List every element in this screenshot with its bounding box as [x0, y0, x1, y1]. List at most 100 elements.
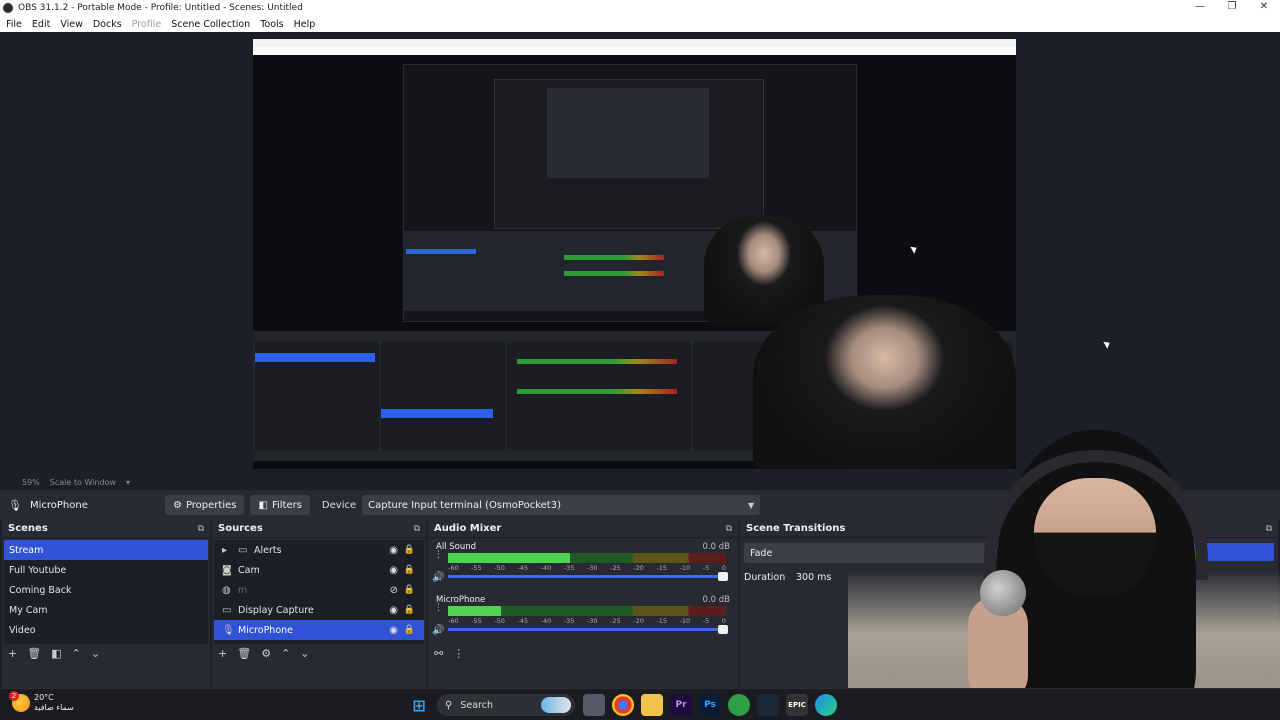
- source-item-microphone[interactable]: 🎙 MicroPhone ◉ 🔒: [214, 620, 424, 640]
- chevron-down-icon[interactable]: ⌄: [91, 647, 100, 660]
- undock-icon[interactable]: ⧉: [1266, 524, 1272, 534]
- kebab-menu-icon[interactable]: ⋮: [434, 604, 443, 613]
- speaker-icon[interactable]: 🔊: [432, 625, 444, 636]
- undock-icon[interactable]: ⧉: [198, 524, 204, 534]
- weather-text: 20°C سماء صافية: [34, 693, 74, 713]
- device-select[interactable]: Capture Input terminal (OsmoPocket3) ▼: [362, 495, 761, 515]
- source-item-display-capture[interactable]: ▭ Display Capture ◉ 🔒: [214, 600, 424, 620]
- file-explorer-icon[interactable]: [641, 694, 663, 716]
- docks-area: Scenes ⧉ Stream Full Youtube Coming Back…: [0, 520, 1280, 688]
- track-name: MicroPhone: [436, 595, 486, 605]
- epic-games-icon[interactable]: EPIC: [786, 694, 808, 716]
- speaker-icon[interactable]: 🔊: [432, 572, 444, 583]
- preview-canvas[interactable]: [253, 39, 1016, 469]
- scale-tick: -20: [633, 617, 644, 625]
- menu-tools[interactable]: Tools: [260, 19, 283, 30]
- menu-file[interactable]: File: [6, 19, 22, 30]
- eye-hidden-icon[interactable]: ⊘: [390, 585, 398, 596]
- chevron-up-icon[interactable]: ⌃: [72, 647, 81, 660]
- transition-select[interactable]: Fade: [744, 543, 1168, 563]
- scene-item-coming-back[interactable]: Coming Back: [4, 580, 208, 600]
- source-item-alerts[interactable]: ▸ ▭ Alerts ◉ 🔒: [214, 540, 424, 560]
- edge-icon[interactable]: [815, 694, 837, 716]
- zoom-percent[interactable]: 59%: [22, 478, 40, 487]
- volume-meter: [448, 553, 726, 563]
- scale-tick: -45: [517, 564, 529, 572]
- scene-item-video[interactable]: Video: [4, 620, 208, 640]
- kebab-menu-icon[interactable]: ⋮: [453, 647, 464, 660]
- title-bar: OBS 31.1.2 - Portable Mode - Profile: Un…: [0, 0, 1280, 16]
- nested-source-selection: [381, 409, 493, 418]
- chevron-down-icon[interactable]: ▾: [126, 478, 130, 487]
- task-view-icon[interactable]: [583, 694, 605, 716]
- volume-slider-handle[interactable]: [718, 625, 728, 634]
- nested-scenes-dock: [255, 341, 379, 451]
- menu-profile[interactable]: Profile: [132, 19, 162, 30]
- windows-start-icon[interactable]: ⊞: [408, 694, 430, 716]
- meter-scale: -60 -55 -50 -45 -40 -35 -30 -25 -20 -15 …: [448, 617, 726, 625]
- add-icon[interactable]: +: [8, 647, 17, 660]
- undock-icon[interactable]: ⧉: [726, 524, 732, 534]
- trash-icon[interactable]: 🗑: [237, 647, 251, 660]
- scale-tick: -10: [679, 617, 691, 625]
- scale-tick: 0: [721, 617, 726, 625]
- chevron-up-icon[interactable]: ⌃: [281, 647, 290, 660]
- eye-icon[interactable]: ◉: [389, 605, 398, 616]
- lock-icon[interactable]: 🔒: [404, 585, 415, 595]
- chevron-down-icon[interactable]: ⌄: [300, 647, 309, 660]
- filters-button[interactable]: ◧ Filters: [250, 495, 310, 515]
- browser-icon: ◍: [222, 584, 231, 596]
- xbox-icon[interactable]: [728, 694, 750, 716]
- properties-button[interactable]: ⚙ Properties: [164, 495, 245, 515]
- eye-icon[interactable]: ◉: [389, 625, 398, 636]
- nested-mixer-dock: [507, 341, 691, 451]
- link-settings-icon[interactable]: ⚯: [434, 647, 443, 660]
- source-item-m[interactable]: ◍ m ⊘ 🔒: [214, 580, 424, 600]
- scene-item-full-youtube[interactable]: Full Youtube: [4, 560, 208, 580]
- scale-tick: -30: [586, 617, 598, 625]
- filter-icon[interactable]: ◧: [51, 647, 61, 660]
- close-button[interactable]: ✕: [1248, 0, 1280, 16]
- scale-tick: -60: [448, 617, 459, 625]
- expand-arrow-icon[interactable]: ▸: [222, 545, 238, 556]
- nested-obs-titlebar: [253, 39, 1016, 47]
- menu-scene-collection[interactable]: Scene Collection: [171, 19, 250, 30]
- scene-item-stream[interactable]: Stream: [4, 540, 208, 560]
- menu-edit[interactable]: Edit: [32, 19, 50, 30]
- source-item-cam[interactable]: ◙ Cam ◉ 🔒: [214, 560, 424, 580]
- window-controls: — ❐ ✕: [1184, 0, 1280, 16]
- trash-icon[interactable]: 🗑: [27, 647, 41, 660]
- volume-slider[interactable]: [448, 625, 728, 634]
- eye-icon[interactable]: ◉: [389, 545, 398, 556]
- lock-icon[interactable]: 🔒: [404, 565, 415, 575]
- gear-icon[interactable]: ⚙: [261, 647, 271, 660]
- duration-row: Duration 300 ms: [744, 567, 1274, 587]
- premiere-icon[interactable]: Pr: [670, 694, 692, 716]
- add-icon[interactable]: +: [218, 647, 227, 660]
- sources-title: Sources: [218, 523, 263, 534]
- zoom-mode[interactable]: Scale to Window: [50, 478, 116, 487]
- scene-item-my-cam[interactable]: My Cam: [4, 600, 208, 620]
- lock-icon[interactable]: 🔒: [404, 605, 415, 615]
- lock-icon[interactable]: 🔒: [404, 625, 415, 635]
- photoshop-icon[interactable]: Ps: [699, 694, 721, 716]
- menu-help[interactable]: Help: [294, 19, 316, 30]
- minimize-button[interactable]: —: [1184, 0, 1216, 16]
- transition-highlight[interactable]: [1178, 543, 1274, 561]
- device-label: Device: [321, 499, 357, 511]
- maximize-button[interactable]: ❐: [1216, 0, 1248, 16]
- undock-icon[interactable]: ⧉: [414, 524, 420, 534]
- lock-icon[interactable]: 🔒: [404, 545, 415, 555]
- steam-icon[interactable]: [757, 694, 779, 716]
- transition-select-row: Fade: [744, 543, 1168, 563]
- duration-input[interactable]: 300 ms: [796, 572, 831, 583]
- volume-slider[interactable]: [448, 572, 728, 581]
- kebab-menu-icon[interactable]: ⋮: [434, 551, 443, 560]
- chrome-icon[interactable]: [612, 694, 634, 716]
- eye-icon[interactable]: ◉: [389, 565, 398, 576]
- taskbar-search[interactable]: ⚲ Search: [437, 694, 575, 716]
- weather-widget[interactable]: 2 20°C سماء صافية: [9, 691, 74, 713]
- menu-view[interactable]: View: [60, 19, 83, 30]
- menu-docks[interactable]: Docks: [93, 19, 122, 30]
- volume-slider-handle[interactable]: [718, 572, 728, 581]
